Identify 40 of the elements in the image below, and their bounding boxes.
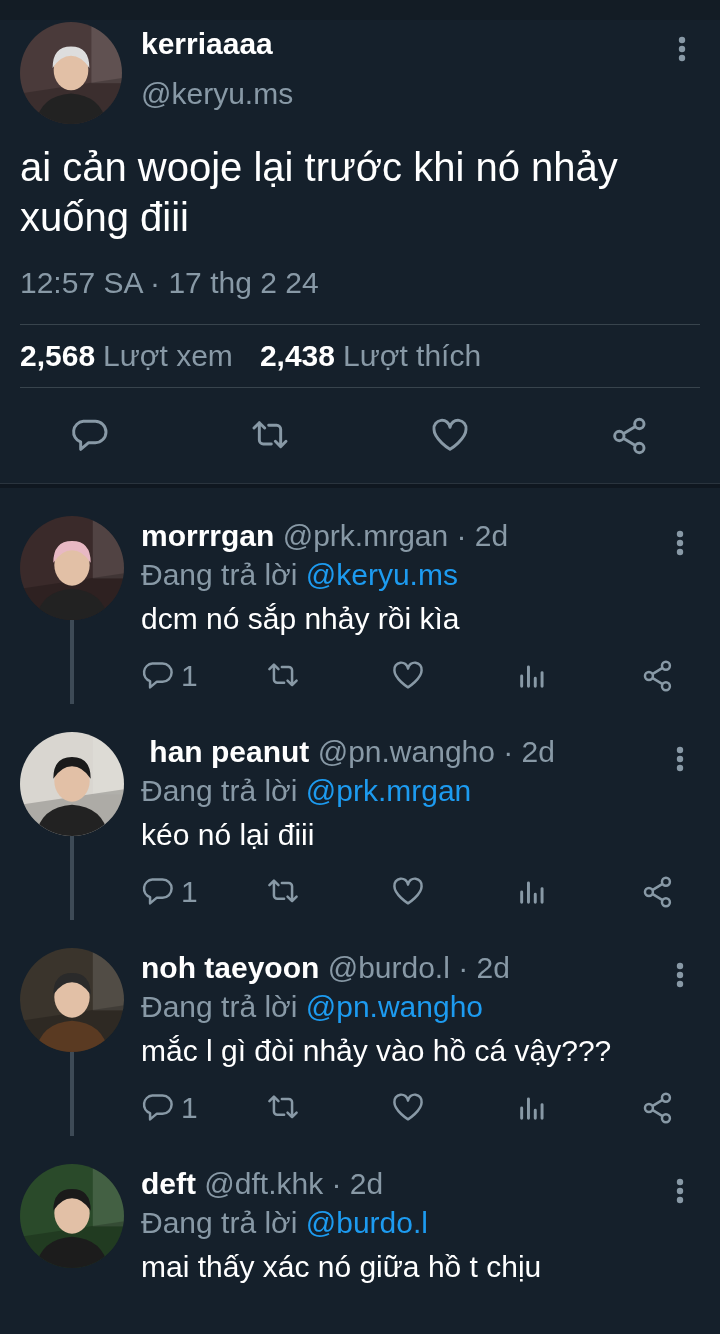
stat-count: 2,568 (20, 338, 96, 374)
post-age: · 2d (503, 735, 555, 768)
more-options-icon[interactable] (678, 36, 686, 62)
more-options-icon[interactable] (676, 1178, 684, 1204)
stat-label: Lượt xem (103, 338, 233, 374)
display-name: deft (141, 1167, 196, 1200)
reply-text: dcm nó sắp nhảy rồi kìa (141, 601, 461, 637)
user-handle: @dft.khk (204, 1167, 324, 1200)
reply-text: kéo nó lại điii (141, 817, 316, 853)
user-handle: @pn.wangho (317, 735, 495, 768)
mention-link[interactable]: @pn.wangho (305, 990, 483, 1023)
more-options-icon[interactable] (676, 962, 684, 988)
mention-link[interactable]: @keryu.ms (305, 558, 458, 591)
user-handle: @keryu.ms (141, 76, 295, 112)
timestamp: 12:57 SA · 17 thg 2 24 (20, 266, 320, 300)
reply-count: 1 (181, 659, 198, 693)
reply-count: 1 (181, 875, 198, 909)
post-age: · 2d (331, 1167, 384, 1200)
display-name: morrrgan (141, 519, 275, 552)
more-options-icon[interactable] (676, 746, 684, 772)
more-options-icon[interactable] (676, 530, 684, 556)
display-name: han peanut (148, 735, 310, 768)
replying-label: Đang trả lời (141, 558, 298, 591)
post-age: · 2d (458, 951, 510, 984)
display-name: kerriaaaa (141, 26, 274, 62)
reply-text: mắc l gì đòi nhảy vào hồ cá vậy??? (141, 1033, 613, 1069)
display-name: noh taeyoon (141, 951, 320, 984)
post-age: · 2d (456, 519, 509, 552)
reply-text: mai thấy xác nó giữa hồ t chịu (141, 1249, 543, 1285)
mention-link[interactable]: @burdo.l (305, 1206, 428, 1239)
mention-link[interactable]: @prk.mrgan (305, 774, 472, 807)
user-handle: @prk.mrgan (282, 519, 449, 552)
user-handle: @burdo.l (327, 951, 450, 984)
stat-label: Lượt thích (342, 338, 482, 374)
tweet-text: ai cản wooje lại trước khi nó nhảy xuống điii (20, 144, 619, 241)
reply-count: 1 (181, 1091, 198, 1125)
replying-label: Đang trả lời (141, 1206, 298, 1239)
replying-label: Đang trả lời (141, 990, 298, 1023)
replying-label: Đang trả lời (141, 774, 298, 807)
stat-count: 2,438 (259, 338, 335, 374)
